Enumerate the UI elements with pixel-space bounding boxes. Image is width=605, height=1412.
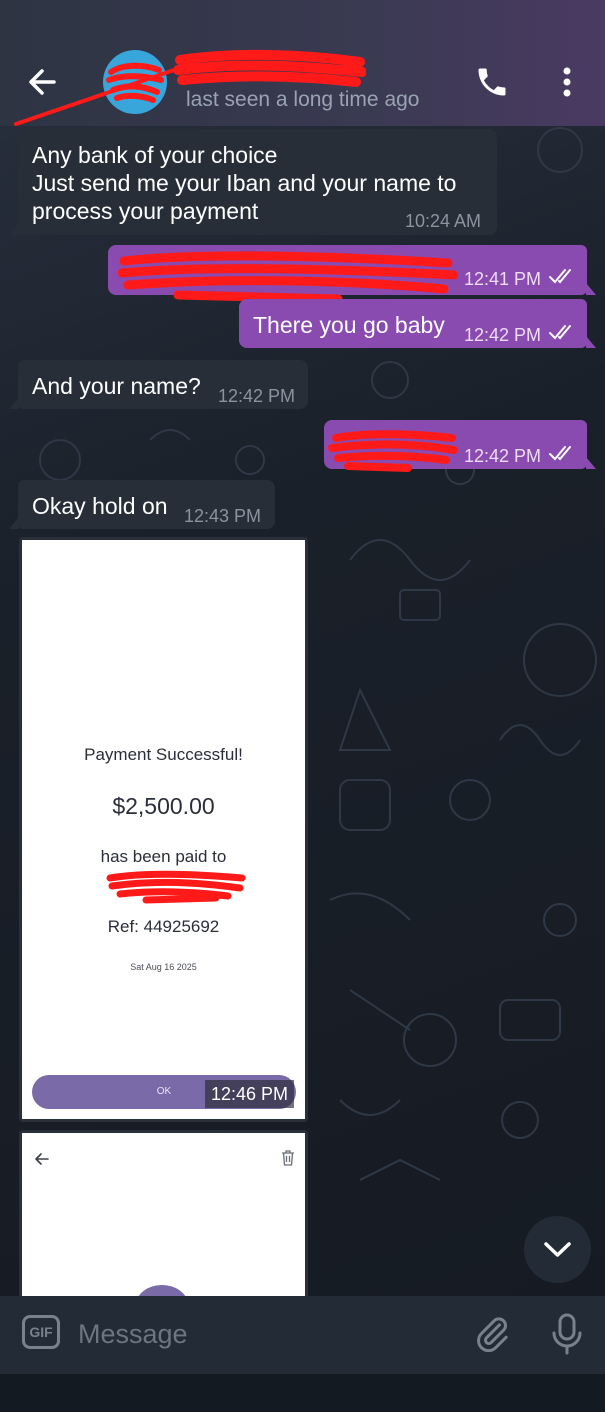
photo-message[interactable] <box>19 1130 308 1300</box>
bubble-tail <box>9 223 19 235</box>
double-check-icon <box>549 325 571 340</box>
voice-message-button[interactable] <box>548 1312 586 1356</box>
message-text: Okay hold on <box>32 493 168 519</box>
message-composer: GIF <box>0 1296 605 1374</box>
message-input[interactable] <box>78 1314 458 1354</box>
message-text: And your name? <box>32 373 201 399</box>
microphone-icon <box>552 1313 582 1355</box>
message-outgoing[interactable]: There you go baby 12:42 PM <box>239 299 596 348</box>
payment-screenshot: Payment Successful! $2,500.00 has been p… <box>22 540 305 1119</box>
back-arrow-icon <box>35 1153 49 1165</box>
bubble-tail <box>586 457 596 469</box>
message-line: process your payment <box>32 198 259 224</box>
message-line: Just send me your Iban and your name to <box>32 170 457 196</box>
scroll-to-bottom-button[interactable] <box>524 1216 591 1283</box>
trash-icon <box>282 1150 294 1166</box>
chat-header: last seen a long time ago <box>0 0 605 126</box>
message-line: Any bank of your choice <box>32 142 278 168</box>
redaction-scribble-name <box>174 49 366 87</box>
message-time: 12:42 PM <box>464 446 542 466</box>
phone-icon <box>478 68 506 96</box>
message-time: 12:43 PM <box>184 506 262 526</box>
message-incoming[interactable]: Okay hold on 12:43 PM <box>9 480 275 529</box>
redaction-scribble <box>328 430 458 472</box>
bubble-tail <box>9 397 19 409</box>
photo-message[interactable]: Payment Successful! $2,500.00 has been p… <box>19 537 308 1122</box>
attach-button[interactable] <box>472 1314 512 1354</box>
message-time: 12:46 PM <box>205 1080 295 1108</box>
photo-preview <box>22 1133 305 1300</box>
more-vert-icon <box>563 67 571 97</box>
message-incoming[interactable]: And your name? 12:42 PM <box>9 360 308 409</box>
message-time: 12:42 PM <box>218 386 296 406</box>
chevron-down-icon <box>544 1242 571 1257</box>
contact-status: last seen a long time ago <box>186 88 420 111</box>
message-time: 10:24 AM <box>405 211 482 231</box>
more-options-button[interactable] <box>552 64 582 100</box>
payment-title: Payment Successful! <box>84 745 243 764</box>
payment-date: Sat Aug 16 2025 <box>130 962 197 972</box>
message-text: There you go baby <box>253 312 445 338</box>
bubble-tail <box>586 336 596 348</box>
call-button[interactable] <box>474 64 510 100</box>
bubble-tail <box>9 517 19 529</box>
redaction-scribble <box>118 251 458 301</box>
message-outgoing[interactable]: 12:41 PM <box>108 245 596 301</box>
message-outgoing[interactable]: 12:42 PM <box>324 420 596 472</box>
message-incoming[interactable]: Any bank of your choice Just send me you… <box>9 129 497 235</box>
paperclip-icon <box>477 1317 508 1353</box>
redaction-scribble <box>106 870 246 904</box>
payment-amount: $2,500.00 <box>112 793 215 819</box>
message-time: 12:41 PM <box>464 269 542 289</box>
double-check-icon <box>549 269 571 284</box>
message-time: 12:42 PM <box>464 325 542 345</box>
gif-button[interactable]: GIF <box>22 1315 60 1349</box>
system-navigation-bar <box>0 1374 605 1412</box>
bubble-tail <box>586 283 596 295</box>
payment-paid-to: has been paid to <box>100 847 227 866</box>
redaction-scribble-avatar <box>14 66 182 126</box>
payment-reference: Ref: 44925692 <box>107 917 220 936</box>
double-check-icon <box>549 446 571 461</box>
